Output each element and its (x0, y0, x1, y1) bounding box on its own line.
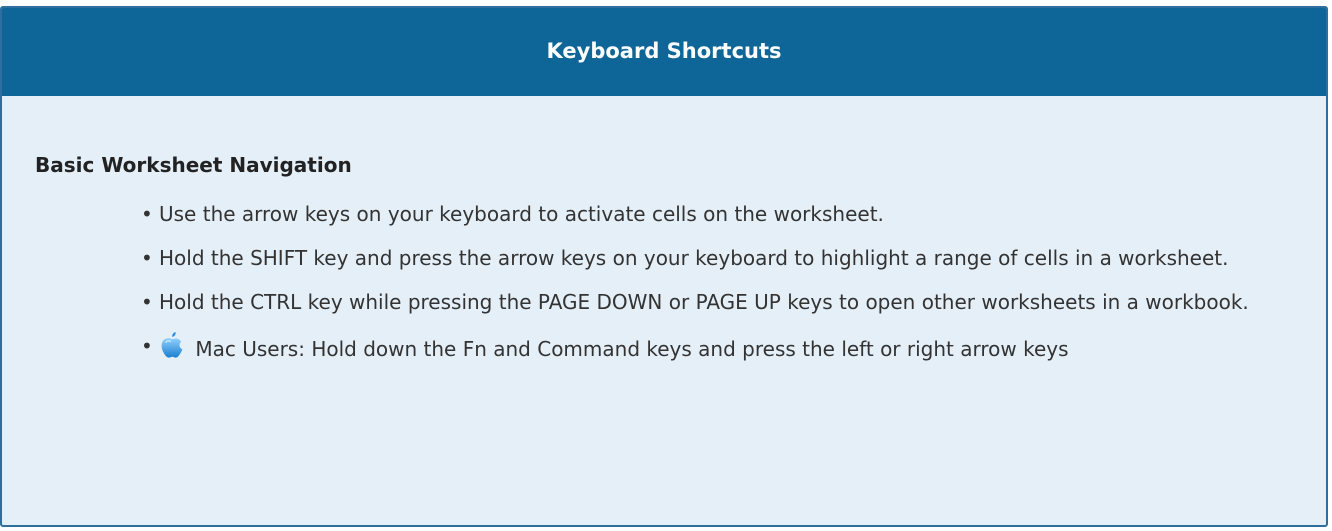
bullet: • (141, 290, 153, 314)
panel-body: Basic Worksheet Navigation • Use the arr… (2, 96, 1326, 369)
bullet: • (141, 246, 153, 270)
list-item-text: Use the arrow keys on your keyboard to a… (159, 202, 884, 226)
keyboard-shortcuts-panel: Keyboard Shortcuts Basic Worksheet Navig… (0, 6, 1328, 527)
panel-title: Keyboard Shortcuts (546, 39, 782, 63)
list-item-text: Mac Users: Hold down the Fn and Command … (195, 337, 1069, 361)
bullet: • (141, 202, 153, 226)
section-title: Basic Worksheet Navigation (35, 153, 352, 177)
list-item: • Hold the CTRL key while pressing the P… (141, 286, 1296, 318)
list-item: • Hold the SHIFT key and press the arrow… (141, 242, 1296, 274)
panel-header: Keyboard Shortcuts (2, 8, 1326, 96)
list-item: • Use the arrow keys on your keyboard to… (141, 198, 1296, 230)
list-item-text: Hold the CTRL key while pressing the PAG… (159, 290, 1249, 314)
shortcut-list: • Use the arrow keys on your keyboard to… (35, 198, 1296, 369)
list-item-text: Hold the SHIFT key and press the arrow k… (159, 246, 1229, 270)
apple-icon (159, 330, 185, 369)
bullet: • (141, 334, 153, 358)
list-item: • Mac Users: Hold down the Fn and Comman… (141, 330, 1296, 369)
